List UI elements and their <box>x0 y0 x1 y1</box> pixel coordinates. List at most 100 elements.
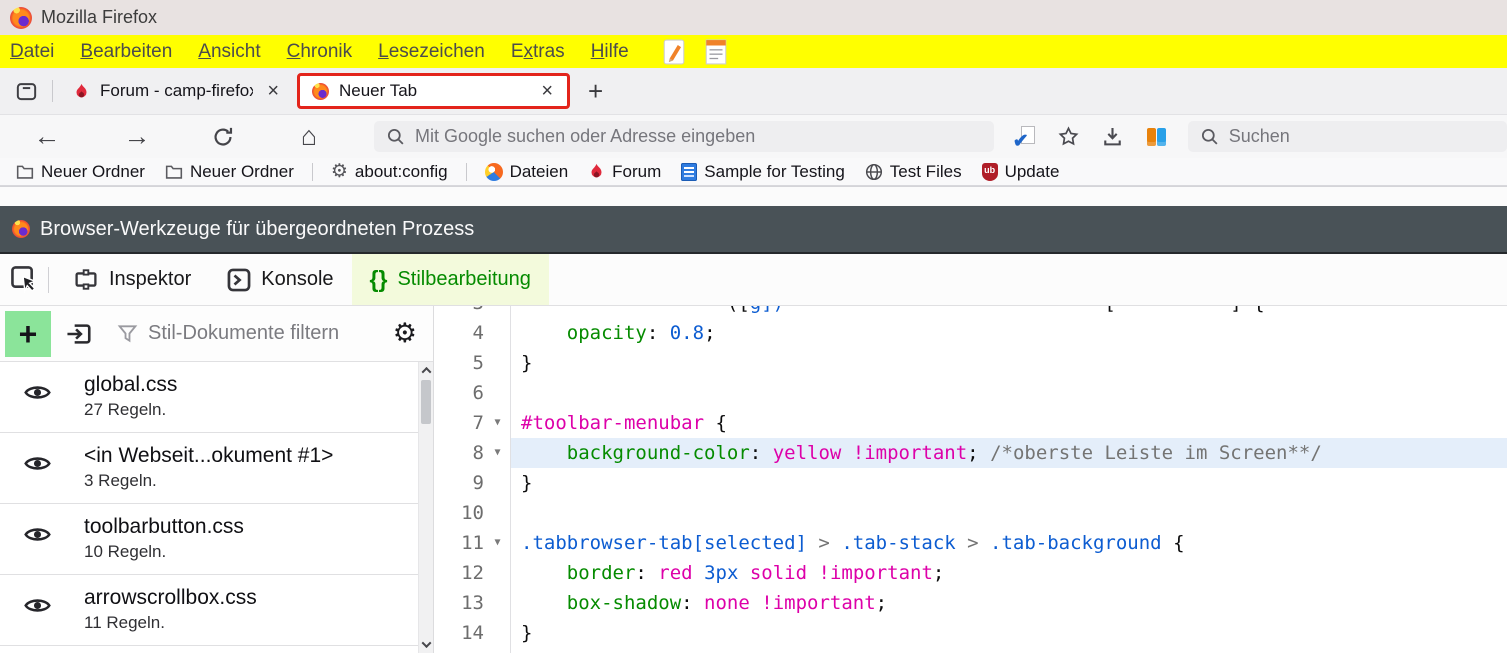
code-line-7[interactable]: 7▼#toolbar-menubar { <box>434 408 1507 438</box>
fold-arrow-icon[interactable]: ▼ <box>484 528 511 558</box>
stylesheet-rule-count: 27 Regeln. <box>84 398 413 422</box>
stylesheet-item-4[interactable]: arrowscrollbox.css11 Regeln. <box>0 575 433 646</box>
scrapbook-icon[interactable] <box>705 39 727 65</box>
flame-icon <box>73 83 90 100</box>
code-text[interactable] <box>511 498 1507 528</box>
devtools-tab-stilbearbeitung[interactable]: {}Stilbearbeitung <box>352 254 549 305</box>
bookmark-update[interactable]: Update <box>974 160 1068 184</box>
bookmark-test-files[interactable]: Test Files <box>857 160 970 184</box>
home-button[interactable]: ⌂ <box>292 120 326 154</box>
filter-stylesheets-input[interactable]: Stil-Dokumente filtern <box>117 322 393 345</box>
menu-item-chronik[interactable]: Chronik <box>287 41 352 63</box>
code-line-14[interactable]: 14} <box>434 618 1507 648</box>
bookmark-dateien[interactable]: Dateien <box>477 160 577 184</box>
fold-spacer <box>484 498 511 528</box>
tab-close-icon[interactable]: × <box>263 81 283 101</box>
scroll-down-arrow[interactable] <box>419 637 433 652</box>
code-text[interactable]: box-shadow: none !important; <box>511 588 1507 618</box>
line-number: 12 <box>434 558 484 588</box>
css-code-editor[interactable]: 3 ([g]) [ ] {4 opacity: 0.8;5}67▼#toolba… <box>434 306 1507 653</box>
bookmark-neuer-ordner[interactable]: Neuer Ordner <box>157 160 302 184</box>
options-gear-icon[interactable]: ⚙ <box>393 320 417 347</box>
code-line-12[interactable]: 12 border: red 3px solid !important; <box>434 558 1507 588</box>
note-edit-icon[interactable] <box>663 39 685 65</box>
import-icon <box>66 322 92 346</box>
code-line-5[interactable]: 5} <box>434 348 1507 378</box>
filter-funnel-icon <box>117 323 138 344</box>
menu-item-lesezeichen[interactable]: Lesezeichen <box>378 41 485 63</box>
pick-element-button[interactable] <box>0 254 48 305</box>
bookmark-label: Forum <box>612 162 661 182</box>
extension-button[interactable] <box>1140 120 1174 154</box>
reload-button[interactable] <box>206 120 240 154</box>
code-text[interactable]: border: red 3px solid !important; <box>511 558 1507 588</box>
fold-arrow-icon[interactable]: ▼ <box>484 408 511 438</box>
code-text[interactable]: } <box>511 468 1507 498</box>
code-text[interactable]: } <box>511 618 1507 648</box>
bookmark-about-config[interactable]: ⚙about:config <box>323 160 456 184</box>
toggle-visibility-button[interactable] <box>24 455 51 475</box>
stylesheet-item-2[interactable]: <in Webseit...okument #1>3 Regeln. <box>0 433 433 504</box>
code-line-4[interactable]: 4 opacity: 0.8; <box>434 318 1507 348</box>
bookmark-forum[interactable]: Forum <box>580 160 669 184</box>
url-placeholder: Mit Google suchen oder Adresse eingeben <box>415 126 755 147</box>
download-icon <box>1102 126 1123 147</box>
sidebar-scrollbar[interactable] <box>418 362 433 653</box>
stylesheet-item-3[interactable]: toolbarbutton.css10 Regeln. <box>0 504 433 575</box>
tab-title: Neuer Tab <box>339 81 527 101</box>
scroll-up-arrow[interactable] <box>419 363 433 378</box>
bookmark-sample-for-testing[interactable]: Sample for Testing <box>673 160 852 184</box>
search-field[interactable]: Suchen <box>1188 121 1507 152</box>
menu-item-hilfe[interactable]: Hilfe <box>591 41 629 63</box>
new-stylesheet-button[interactable]: + <box>5 311 51 357</box>
code-line-8[interactable]: 8▼ background-color: yellow !important; … <box>434 438 1507 468</box>
tab-close-icon[interactable]: × <box>537 81 557 101</box>
code-text[interactable]: #toolbar-menubar { <box>511 408 1507 438</box>
tab-forum-camp-firefox-de[interactable]: Forum - camp-firefox.de × <box>61 73 293 109</box>
menu-item-extras[interactable]: Extras <box>511 41 565 63</box>
menu-item-ansicht[interactable]: Ansicht <box>198 41 260 63</box>
code-text[interactable]: opacity: 0.8; <box>511 318 1507 348</box>
code-line-10[interactable]: 10 <box>434 498 1507 528</box>
code-text[interactable]: } <box>511 348 1507 378</box>
code-line-13[interactable]: 13 box-shadow: none !important; <box>434 588 1507 618</box>
firefox-view-button[interactable] <box>8 74 44 108</box>
stylesheet-item-1[interactable]: global.css27 Regeln. <box>0 362 433 433</box>
devtools-tab-konsole[interactable]: Konsole <box>209 254 351 305</box>
fold-spacer <box>484 468 511 498</box>
w3c-validator-button[interactable]: ✔ <box>1008 120 1042 154</box>
code-line-11[interactable]: 11▼.tabbrowser-tab[selected] > .tab-stac… <box>434 528 1507 558</box>
downloads-button[interactable] <box>1096 120 1130 154</box>
url-bar[interactable]: Mit Google suchen oder Adresse eingeben <box>374 121 994 152</box>
back-button[interactable]: ← <box>30 120 64 154</box>
bookmark-star-button[interactable] <box>1052 120 1086 154</box>
code-text[interactable]: background-color: yellow !important; /*o… <box>511 438 1507 468</box>
bookmarks-toolbar: Neuer OrdnerNeuer Ordner ⚙about:config Dat… <box>0 158 1507 186</box>
code-line-9[interactable]: 9} <box>434 468 1507 498</box>
tab-neuer-tab[interactable]: Neuer Tab × <box>297 73 570 109</box>
line-number: 11 <box>434 528 484 558</box>
code-text[interactable]: ([g]) [ ] { <box>511 306 1507 318</box>
tab-title: Forum - camp-firefox.de <box>100 81 253 101</box>
toggle-visibility-button[interactable] <box>24 526 51 546</box>
menu-item-bearbeiten[interactable]: Bearbeiten <box>80 41 172 63</box>
scrollbar-thumb[interactable] <box>421 380 431 424</box>
toggle-visibility-button[interactable] <box>24 597 51 617</box>
code-text[interactable] <box>511 378 1507 408</box>
new-tab-button[interactable]: + <box>580 78 611 104</box>
fold-arrow-icon[interactable]: ▼ <box>484 438 511 468</box>
forward-button[interactable]: → <box>120 120 154 154</box>
gear-icon: ⚙ <box>331 162 348 181</box>
menu-bar: Datei Bearbeiten Ansicht Chronik Lesezeichen… <box>0 35 1507 68</box>
devtools-tab-inspektor[interactable]: Inspektor <box>55 254 209 305</box>
bookmark-neuer-ordner[interactable]: Neuer Ordner <box>8 160 153 184</box>
code-line-3[interactable]: 3 ([g]) [ ] { <box>434 306 1507 318</box>
menu-item-datei[interactable]: Datei <box>10 41 54 63</box>
import-stylesheet-button[interactable] <box>57 311 101 357</box>
stylesheet-rule-count: 11 Regeln. <box>84 611 413 635</box>
folder-icon <box>165 164 183 180</box>
code-line-6[interactable]: 6 <box>434 378 1507 408</box>
code-text[interactable]: .tabbrowser-tab[selected] > .tab-stack >… <box>511 528 1507 558</box>
toggle-visibility-button[interactable] <box>24 384 51 404</box>
dateien-icon <box>485 163 503 181</box>
